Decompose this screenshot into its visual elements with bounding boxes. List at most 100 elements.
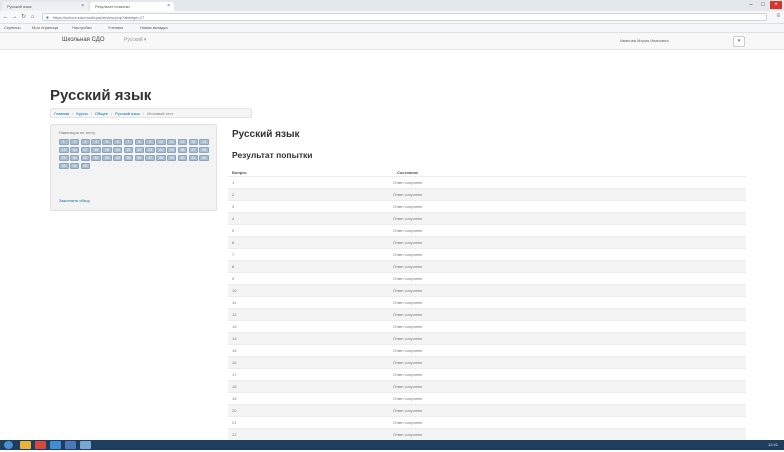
question-nav-button[interactable]: 44 xyxy=(70,163,80,169)
question-nav-button[interactable]: 11 xyxy=(167,139,177,145)
question-nav-button[interactable]: 30 xyxy=(70,155,80,161)
question-nav-button[interactable]: 20 xyxy=(113,147,123,153)
question-nav-button[interactable]: 25 xyxy=(167,147,177,153)
question-nav-button[interactable]: 23 xyxy=(145,147,155,153)
question-nav-button[interactable]: 29 xyxy=(59,155,69,161)
question-nav-button[interactable]: 24 xyxy=(156,147,166,153)
table-row: 17Ответ сохранен xyxy=(228,369,746,381)
status-cell: Ответ сохранен xyxy=(393,285,746,297)
status-cell: Ответ сохранен xyxy=(393,201,746,213)
question-nav-button[interactable]: 1 xyxy=(59,139,69,145)
bookmark-item[interactable]: Моя страница xyxy=(32,24,58,32)
word-icon[interactable] xyxy=(65,441,76,449)
status-cell: Ответ сохранен xyxy=(393,249,746,261)
home-icon[interactable]: ⌂ xyxy=(29,13,36,21)
browser-icon[interactable] xyxy=(50,441,61,449)
question-nav-button[interactable]: 3 xyxy=(81,139,91,145)
close-window-icon[interactable]: × xyxy=(770,1,782,9)
question-nav-button[interactable]: 28 xyxy=(199,147,209,153)
maximize-icon[interactable]: □ xyxy=(758,1,768,9)
question-nav-button[interactable]: 6 xyxy=(113,139,123,145)
table-row: 15Ответ сохранен xyxy=(228,345,746,357)
breadcrumb-item[interactable]: Русский язык xyxy=(115,111,140,116)
question-nav-button[interactable]: 27 xyxy=(189,147,199,153)
status-cell: Ответ сохранен xyxy=(393,333,746,345)
media-icon[interactable] xyxy=(35,441,46,449)
question-nav-button[interactable]: 21 xyxy=(124,147,134,153)
question-nav-button[interactable]: 40 xyxy=(178,155,188,161)
question-nav-button[interactable]: 38 xyxy=(156,155,166,161)
question-nav-button[interactable]: 5 xyxy=(102,139,112,145)
question-nav-button[interactable]: 18 xyxy=(91,147,101,153)
status-cell: Ответ сохранен xyxy=(393,417,746,429)
question-nav-button[interactable]: 13 xyxy=(189,139,199,145)
tab-close-icon[interactable]: × xyxy=(167,2,170,11)
question-nav-button[interactable]: 31 xyxy=(81,155,91,161)
table-header-row: Вопрос Состояние xyxy=(228,168,746,177)
breadcrumb-item[interactable]: Главная xyxy=(54,111,69,116)
browser-tab-strip: Русский язык × Результат попытки × – □ × xyxy=(0,0,784,11)
app-icon[interactable] xyxy=(80,441,91,449)
question-number-cell: 20 xyxy=(228,405,393,417)
question-nav-button[interactable]: 12 xyxy=(178,139,188,145)
bookmark-item[interactable]: Ученики xyxy=(108,24,123,32)
question-nav-button[interactable]: 19 xyxy=(102,147,112,153)
question-nav-button[interactable]: 34 xyxy=(113,155,123,161)
question-nav-button[interactable]: 22 xyxy=(135,147,145,153)
question-nav-button[interactable]: 42 xyxy=(199,155,209,161)
question-nav-button[interactable]: 17 xyxy=(81,147,91,153)
minimize-icon[interactable]: – xyxy=(746,1,756,9)
breadcrumb-item[interactable]: Курсы xyxy=(76,111,87,116)
question-number-cell: 4 xyxy=(228,213,393,225)
finish-review-link[interactable]: Закончить обзор xyxy=(59,198,90,203)
course-menu[interactable]: Русский ▾ xyxy=(124,37,146,43)
question-nav-button[interactable]: 41 xyxy=(189,155,199,161)
question-nav-button[interactable]: 2 xyxy=(70,139,80,145)
question-nav-button[interactable]: 14 xyxy=(199,139,209,145)
question-nav-button[interactable]: 35 xyxy=(124,155,134,161)
tab-close-icon[interactable]: × xyxy=(81,2,84,11)
reload-icon[interactable]: ↻ xyxy=(20,13,27,21)
site-brand[interactable]: Школьная СДО xyxy=(62,37,105,43)
question-nav-button[interactable]: 33 xyxy=(102,155,112,161)
url-field[interactable]: ● https://school.edu/mod/quiz/review.php… xyxy=(42,13,767,21)
start-button-icon[interactable] xyxy=(4,441,13,449)
question-number-cell: 15 xyxy=(228,345,393,357)
table-row: 19Ответ сохранен xyxy=(228,393,746,405)
question-number-cell: 13 xyxy=(228,321,393,333)
question-nav-button[interactable]: 7 xyxy=(124,139,134,145)
question-nav-button[interactable]: 4 xyxy=(91,139,101,145)
bookmark-item[interactable]: Сервисы xyxy=(4,24,21,32)
bookmark-item[interactable]: Новая вкладка xyxy=(140,24,168,32)
explorer-icon[interactable] xyxy=(20,441,31,449)
table-row: 1Ответ сохранен xyxy=(228,177,746,189)
breadcrumb-item[interactable]: Общее xyxy=(95,111,108,116)
status-cell: Ответ сохранен xyxy=(393,273,746,285)
browser-menu-icon[interactable]: ≡ xyxy=(776,13,780,19)
question-nav-button[interactable]: 37 xyxy=(145,155,155,161)
status-cell: Ответ сохранен xyxy=(393,237,746,249)
question-nav-button[interactable]: 36 xyxy=(135,155,145,161)
question-nav-button[interactable]: 10 xyxy=(156,139,166,145)
table-row: 5Ответ сохранен xyxy=(228,225,746,237)
question-nav-button[interactable]: 9 xyxy=(145,139,155,145)
user-menu-button[interactable]: ▾ xyxy=(733,36,745,47)
question-nav-button[interactable]: 15 xyxy=(59,147,69,153)
question-nav-button[interactable]: 39 xyxy=(167,155,177,161)
question-nav-button[interactable]: 26 xyxy=(178,147,188,153)
back-arrow-icon[interactable]: ← xyxy=(2,13,9,21)
status-cell: Ответ сохранен xyxy=(393,213,746,225)
browser-tab-active[interactable]: Результат попытки × xyxy=(90,2,174,11)
question-nav-button[interactable]: 16 xyxy=(70,147,80,153)
bookmark-item[interactable]: Настройки xyxy=(72,24,92,32)
question-nav-button[interactable]: 45 xyxy=(81,163,91,169)
browser-tab[interactable]: Русский язык × xyxy=(2,2,88,11)
question-nav-button[interactable]: 43 xyxy=(59,163,69,169)
user-name[interactable]: Иванова Мария Ивановна xyxy=(620,38,669,43)
status-cell: Ответ сохранен xyxy=(393,189,746,201)
forward-arrow-icon[interactable]: → xyxy=(11,13,18,21)
question-nav-button[interactable]: 32 xyxy=(91,155,101,161)
table-row: 16Ответ сохранен xyxy=(228,357,746,369)
table-row: 21Ответ сохранен xyxy=(228,417,746,429)
question-nav-button[interactable]: 8 xyxy=(135,139,145,145)
